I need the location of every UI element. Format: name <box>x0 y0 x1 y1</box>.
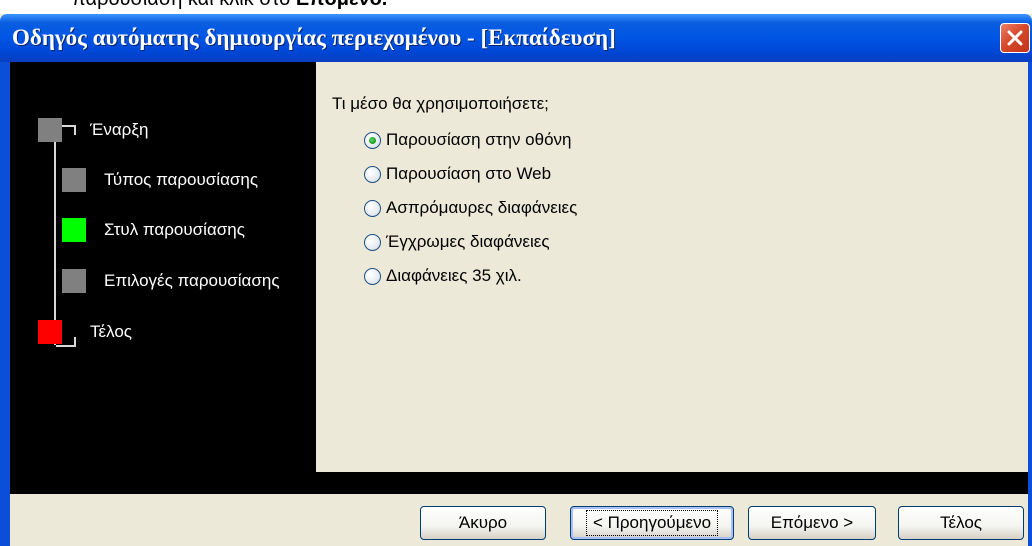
wizard-window: Οδηγός αυτόματης δημιουργίας περιεχομένο… <box>0 14 1032 546</box>
radio-label: Έγχρωμες διαφάνειες <box>386 232 550 251</box>
step-connector-5 <box>56 345 74 347</box>
radio-button-icon[interactable] <box>364 131 381 149</box>
close-icon <box>1006 29 1024 47</box>
instruction-caption: παρουσίαση και κλικ στο Επόμενο. <box>72 0 387 12</box>
cancel-button-label: Άκυρο <box>458 513 508 532</box>
step-label-type: Τύπος παρουσίασης <box>104 170 259 189</box>
next-button[interactable]: Επόμενο > <box>748 506 876 540</box>
step-marker-options <box>62 269 86 293</box>
button-bar: Άκυρο < Προηγούμενο Επόμενο > Τέλος <box>10 494 1028 546</box>
step-connector-tick-5 <box>74 337 76 347</box>
content-panel: Τι μέσο θα χρησιμοποιήσετε; Παρουσίαση σ… <box>316 62 1028 472</box>
next-button-label: Επόμενο > <box>770 513 854 532</box>
radio-button-icon[interactable] <box>364 233 381 251</box>
footer-separator <box>10 472 1028 494</box>
close-button[interactable] <box>1000 23 1030 53</box>
radio-label: Διαφάνειες 35 χιλ. <box>386 266 522 285</box>
radio-selected-dot <box>369 136 376 144</box>
step-marker-type <box>62 168 86 192</box>
radio-button-icon[interactable] <box>364 199 381 217</box>
radio-button-icon[interactable] <box>364 165 381 183</box>
steps-panel: Έναρξη Τύπος παρουσίασης Στυλ παρουσίαση… <box>10 62 316 472</box>
radio-button-icon[interactable] <box>364 267 381 285</box>
media-question: Τι μέσο θα χρησιμοποιήσετε; <box>332 94 549 113</box>
step-label-end: Τέλος <box>90 322 132 341</box>
window-title: Οδηγός αυτόματης δημιουργίας περιεχομένο… <box>12 25 616 50</box>
finish-button-label: Τέλος <box>940 513 982 532</box>
step-marker-end <box>38 320 62 344</box>
radio-option-screen[interactable]: Παρουσίαση στην οθόνη <box>364 128 572 152</box>
radio-label: Ασπρόμαυρες διαφάνειες <box>386 198 578 217</box>
radio-label: Παρουσίαση στο Web <box>386 164 552 183</box>
radio-option-web[interactable]: Παρουσίαση στο Web <box>364 162 551 186</box>
window-frame-right <box>1028 62 1032 546</box>
step-label-options: Επιλογές παρουσίασης <box>104 271 280 290</box>
back-button-label: < Προηγούμενο <box>585 510 719 536</box>
step-marker-start <box>38 118 62 142</box>
window-frame-left <box>0 62 10 546</box>
instruction-text: παρουσίαση και κλικ στο <box>72 0 296 10</box>
radio-option-bw-slides[interactable]: Ασπρόμαυρες διαφάνειες <box>364 196 577 220</box>
step-label-style: Στυλ παρουσίασης <box>104 220 245 239</box>
step-label-start: Έναρξη <box>90 120 149 139</box>
radio-option-35mm-slides[interactable]: Διαφάνειες 35 χιλ. <box>364 264 522 288</box>
title-bar[interactable]: Οδηγός αυτόματης δημιουργίας περιεχομένο… <box>0 14 1032 62</box>
instruction-emphasis: Επόμενο. <box>296 0 388 10</box>
step-connector-tick-1 <box>74 125 76 135</box>
finish-button[interactable]: Τέλος <box>898 506 1024 540</box>
radio-option-color-slides[interactable]: Έγχρωμες διαφάνειες <box>364 230 550 254</box>
cancel-button[interactable]: Άκυρο <box>420 506 546 540</box>
steps-connector <box>54 120 56 345</box>
radio-label: Παρουσίαση στην οθόνη <box>386 130 572 149</box>
step-marker-style <box>62 218 86 242</box>
back-button[interactable]: < Προηγούμενο <box>570 506 734 540</box>
